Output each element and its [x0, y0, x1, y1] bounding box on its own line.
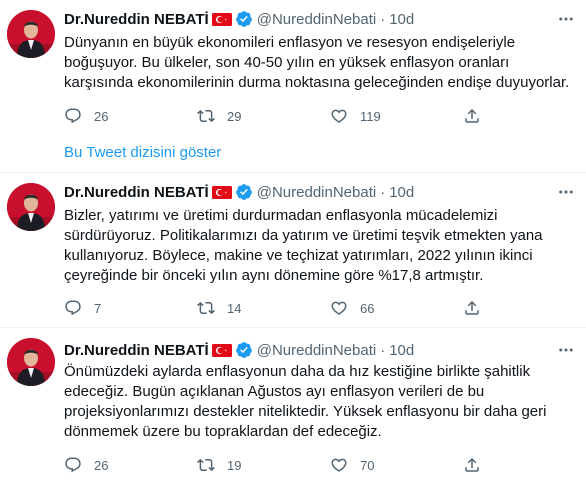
tweet-header: Dr.Nureddin NEBATİ @NureddinNebati · 10d [64, 9, 414, 29]
like-button[interactable]: 119 [330, 107, 463, 125]
more-icon [557, 341, 575, 359]
reply-count: 26 [94, 108, 109, 124]
retweet-count: 14 [227, 300, 242, 316]
turkey-flag-icon [212, 344, 232, 357]
more-options-button[interactable] [556, 9, 576, 29]
reply-count: 7 [94, 300, 102, 316]
tweet-actions: 7 14 66 [64, 298, 481, 318]
timestamp[interactable]: 10d [389, 11, 414, 28]
retweet-icon [197, 299, 215, 317]
author-handle[interactable]: @NureddinNebati [257, 342, 376, 359]
verified-badge-icon [235, 10, 253, 28]
reply-count: 26 [94, 457, 109, 473]
verified-badge-icon [235, 341, 253, 359]
retweet-button[interactable]: 14 [197, 299, 330, 317]
verified-badge-icon [235, 183, 253, 201]
tweet[interactable]: Dr.Nureddin NEBATİ @NureddinNebati · 10d… [0, 0, 586, 134]
reply-button[interactable]: 26 [64, 107, 197, 125]
tweet-actions: 26 29 119 [64, 106, 481, 126]
share-icon [463, 299, 481, 317]
avatar[interactable] [7, 183, 55, 231]
retweet-count: 29 [227, 108, 242, 124]
tweet-header: Dr.Nureddin NEBATİ @NureddinNebati · 10d [64, 340, 414, 360]
turkey-flag-icon [212, 13, 232, 26]
timestamp[interactable]: 10d [389, 184, 414, 201]
tweet[interactable]: Dr.Nureddin NEBATİ @NureddinNebati · 10d… [0, 173, 586, 326]
avatar[interactable] [7, 10, 55, 58]
like-count: 70 [360, 457, 375, 473]
show-thread-link[interactable]: Bu Tweet dizisini göster [64, 144, 221, 161]
timestamp[interactable]: 10d [389, 342, 414, 359]
reply-icon [64, 456, 82, 474]
share-button[interactable] [463, 107, 481, 125]
separator-dot: · [380, 341, 386, 359]
share-icon [463, 456, 481, 474]
reply-icon [64, 107, 82, 125]
tweet-text: Bizler, yatırımı ve üretimi durdurmadan … [64, 207, 543, 284]
author-name[interactable]: Dr.Nureddin NEBATİ [64, 184, 209, 201]
tweet-actions: 26 19 70 [64, 455, 481, 475]
separator-dot: · [380, 183, 386, 201]
retweet-count: 19 [227, 457, 242, 473]
like-button[interactable]: 70 [330, 456, 463, 474]
tweet-text: Dünyanın en büyük ekonomileri enflasyon … [64, 34, 570, 91]
more-icon [557, 183, 575, 201]
share-icon [463, 107, 481, 125]
more-options-button[interactable] [556, 182, 576, 202]
reply-button[interactable]: 7 [64, 299, 197, 317]
author-handle[interactable]: @NureddinNebati [257, 184, 376, 201]
like-icon [330, 456, 348, 474]
author-handle[interactable]: @NureddinNebati [257, 11, 376, 28]
more-icon [557, 10, 575, 28]
share-button[interactable] [463, 299, 481, 317]
reply-button[interactable]: 26 [64, 456, 197, 474]
turkey-flag-icon [212, 186, 232, 199]
share-button[interactable] [463, 456, 481, 474]
like-button[interactable]: 66 [330, 299, 463, 317]
retweet-button[interactable]: 19 [197, 456, 330, 474]
author-name[interactable]: Dr.Nureddin NEBATİ [64, 11, 209, 28]
author-name[interactable]: Dr.Nureddin NEBATİ [64, 342, 209, 359]
retweet-icon [197, 107, 215, 125]
tweet-header: Dr.Nureddin NEBATİ @NureddinNebati · 10d [64, 182, 414, 202]
retweet-icon [197, 456, 215, 474]
avatar[interactable] [7, 338, 55, 386]
like-icon [330, 107, 348, 125]
reply-icon [64, 299, 82, 317]
tweet[interactable]: Dr.Nureddin NEBATİ @NureddinNebati · 10d… [0, 328, 586, 487]
tweet-text: Önümüzdeki aylarda enflasyonun daha da h… [64, 363, 547, 440]
like-count: 119 [360, 108, 381, 124]
retweet-button[interactable]: 29 [197, 107, 330, 125]
separator-dot: · [380, 10, 386, 28]
more-options-button[interactable] [556, 340, 576, 360]
like-icon [330, 299, 348, 317]
like-count: 66 [360, 300, 375, 316]
